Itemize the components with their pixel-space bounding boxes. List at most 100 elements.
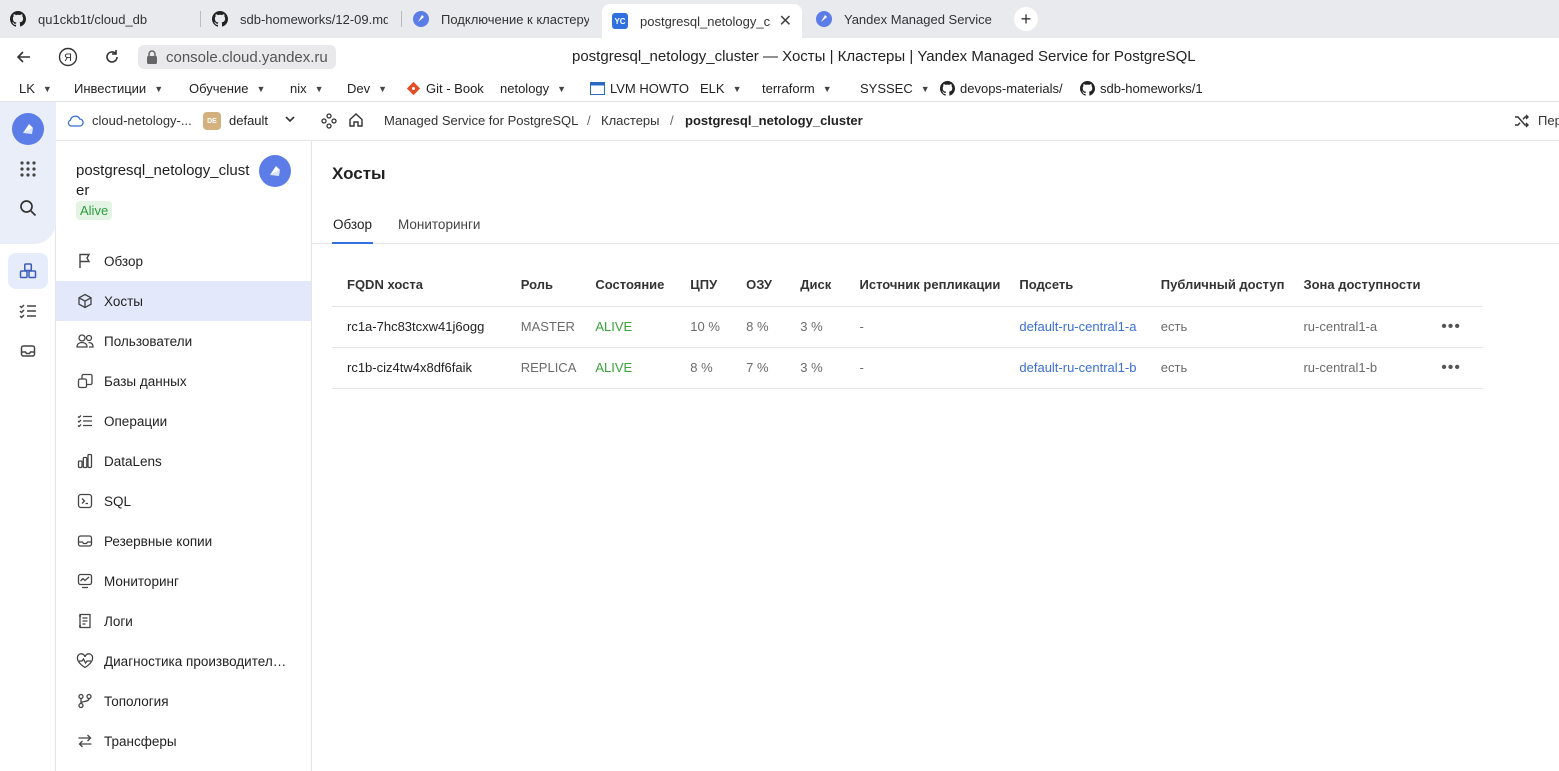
- bookmark-folder[interactable]: Инвестиции ▼: [74, 81, 163, 96]
- column-header[interactable]: Публичный доступ: [1145, 264, 1289, 307]
- bookmark-folder[interactable]: SYSSEC ▼: [860, 81, 930, 96]
- column-header[interactable]: FQDN хоста: [332, 264, 506, 307]
- host-zone: ru-central1-a: [1288, 306, 1425, 348]
- sidebar-item-topology[interactable]: Топология: [56, 681, 311, 721]
- bookmark-label: netology: [500, 81, 550, 96]
- cloud-selector[interactable]: cloud-netology-...: [92, 113, 192, 128]
- table-header-row: FQDN хоста Роль Состояние ЦПУ ОЗУ Диск И…: [332, 264, 1483, 307]
- close-icon[interactable]: ✕: [779, 11, 792, 31]
- header-action[interactable]: Пер: [1538, 113, 1559, 128]
- sidebar-item-overview[interactable]: Обзор: [56, 241, 311, 281]
- home-icon[interactable]: [348, 112, 364, 131]
- more-actions-icon[interactable]: •••: [1424, 347, 1483, 389]
- browser-tab[interactable]: Подключение к кластеру: [403, 4, 599, 34]
- sidebar-item-label: DataLens: [104, 453, 162, 469]
- chevron-down-icon: ▼: [378, 83, 388, 94]
- table-row[interactable]: rc1a-7hc83tcxw41j6ogg MASTER ALIVE 10 % …: [332, 306, 1483, 348]
- bookmark-folder[interactable]: Обучение ▼: [189, 81, 265, 96]
- host-replication-source: -: [844, 306, 1005, 348]
- bookmark-link[interactable]: devops-materials/: [940, 81, 1063, 96]
- bookmark-label: LVM HOWTO: [610, 81, 689, 96]
- bookmark-folder[interactable]: terraform ▼: [762, 81, 832, 96]
- sidebar-item-datalens[interactable]: DataLens: [56, 441, 311, 481]
- page-title-bar: postgresql_netology_cluster — Хосты | Кл…: [572, 48, 1196, 65]
- yandex-icon[interactable]: Я: [57, 46, 79, 68]
- bookmark-folder[interactable]: netology ▼: [500, 81, 566, 96]
- sidebar-item-databases[interactable]: Базы данных: [56, 361, 311, 401]
- bookmark-folder[interactable]: LK ▼: [19, 81, 52, 96]
- cloud-icon: [67, 114, 84, 130]
- bookmarks-bar: LK ▼ Инвестиции ▼ Обучение ▼ nix ▼ Dev ▼ Git …: [0, 76, 1559, 102]
- github-icon: [212, 11, 228, 27]
- browser-tab-active[interactable]: YC postgresql_netology_cl ✕: [602, 4, 802, 38]
- sidebar-item-diagnostics[interactable]: Диагностика производитель...: [56, 641, 311, 681]
- sidebar-item-label: Операции: [104, 413, 168, 429]
- bookmark-label: sdb-homeworks/1: [1100, 81, 1203, 96]
- host-fqdn: rc1b-ciz4tw4x8df6faik: [332, 347, 506, 389]
- breadcrumb-service[interactable]: Managed Service for PostgreSQL: [384, 113, 578, 128]
- host-cpu: 10 %: [675, 306, 732, 348]
- services-grid-icon[interactable]: [12, 153, 44, 185]
- bookmark-folder[interactable]: ELK ▼: [700, 81, 742, 96]
- bookmark-link[interactable]: Git - Book: [406, 81, 484, 96]
- sidebar-item-backups[interactable]: Резервные копии: [56, 521, 311, 561]
- column-header[interactable]: Источник репликации: [844, 264, 1005, 307]
- host-subnet-link[interactable]: default-ru-central1-a: [1004, 306, 1146, 348]
- service-hub-icon[interactable]: [321, 113, 337, 132]
- more-actions-icon[interactable]: •••: [1424, 306, 1483, 348]
- search-icon[interactable]: [12, 192, 44, 224]
- column-header-actions: [1424, 264, 1483, 307]
- sidebar-item-hosts[interactable]: Хосты: [56, 281, 311, 321]
- bookmark-link[interactable]: LVM HOWTO: [590, 81, 689, 96]
- bookmark-folder[interactable]: Dev ▼: [347, 81, 387, 96]
- reload-icon[interactable]: [101, 46, 123, 68]
- table-row[interactable]: rc1b-ciz4tw4x8df6faik REPLICA ALIVE 8 % …: [332, 347, 1483, 389]
- shuffle-icon[interactable]: [1514, 114, 1530, 131]
- browser-tab[interactable]: qu1ckb1t/cloud_db: [0, 4, 198, 34]
- tab-overview[interactable]: Обзор: [333, 217, 372, 232]
- column-header[interactable]: ОЗУ: [731, 264, 786, 307]
- url-field[interactable]: console.cloud.yandex.ru: [138, 45, 336, 69]
- sidebar-item-logs[interactable]: Логи: [56, 601, 311, 641]
- column-header[interactable]: Подсеть: [1004, 264, 1146, 307]
- yandex-cloud-logo-icon[interactable]: [12, 113, 44, 145]
- sidebar-item-label: Трансферы: [104, 733, 177, 749]
- sidebar-item-users[interactable]: Пользователи: [56, 321, 311, 361]
- new-tab-icon[interactable]: +: [1014, 7, 1038, 31]
- host-subnet-link[interactable]: default-ru-central1-b: [1004, 347, 1146, 389]
- sql-terminal-icon: [76, 492, 94, 510]
- inbox-icon[interactable]: [12, 335, 44, 367]
- back-arrow-icon[interactable]: [13, 46, 35, 68]
- checklist-icon[interactable]: [12, 295, 44, 327]
- lock-icon: [146, 50, 158, 68]
- bookmark-folder[interactable]: nix ▼: [290, 81, 324, 96]
- transfer-icon: [76, 732, 94, 750]
- host-disk: 3 %: [785, 306, 845, 348]
- browser-tab[interactable]: sdb-homeworks/12-09.md: [202, 4, 398, 34]
- chevron-down-icon[interactable]: [284, 113, 296, 128]
- tab-label: qu1ckb1t/cloud_db: [38, 11, 148, 27]
- sidebar-item-monitoring[interactable]: Мониторинг: [56, 561, 311, 601]
- main-content: Хосты Обзор Мониторинги FQDN хоста Роль …: [312, 141, 1559, 771]
- datalens-icon: [76, 452, 94, 470]
- sidebar-item-label: Диагностика производитель...: [104, 653, 289, 669]
- yc-icon-label: YC: [614, 16, 626, 26]
- sidebar-item-transfers[interactable]: Трансферы: [56, 721, 311, 761]
- column-header[interactable]: Диск: [785, 264, 845, 307]
- column-header[interactable]: ЦПУ: [675, 264, 732, 307]
- column-header[interactable]: Состояние: [580, 264, 676, 307]
- tab-monitoring[interactable]: Мониторинги: [398, 217, 480, 232]
- breadcrumb-separator: /: [670, 113, 674, 128]
- column-header[interactable]: Зона доступности: [1288, 264, 1425, 307]
- console-header: cloud-netology-... DE default Managed Se…: [56, 102, 1559, 141]
- status-badge: Alive: [76, 201, 113, 220]
- folder-selector[interactable]: default: [229, 113, 268, 128]
- browser-tab[interactable]: Yandex Managed Service f: [806, 4, 1002, 34]
- sidebar-item-operations[interactable]: Операции: [56, 401, 311, 441]
- column-header[interactable]: Роль: [505, 264, 581, 307]
- bookmark-link[interactable]: sdb-homeworks/1: [1080, 81, 1203, 96]
- sidebar-item-sql[interactable]: SQL: [56, 481, 311, 521]
- postgresql-service-icon: [259, 155, 291, 187]
- cluster-nav-icon[interactable]: [8, 253, 48, 289]
- breadcrumb-clusters[interactable]: Кластеры: [601, 113, 660, 128]
